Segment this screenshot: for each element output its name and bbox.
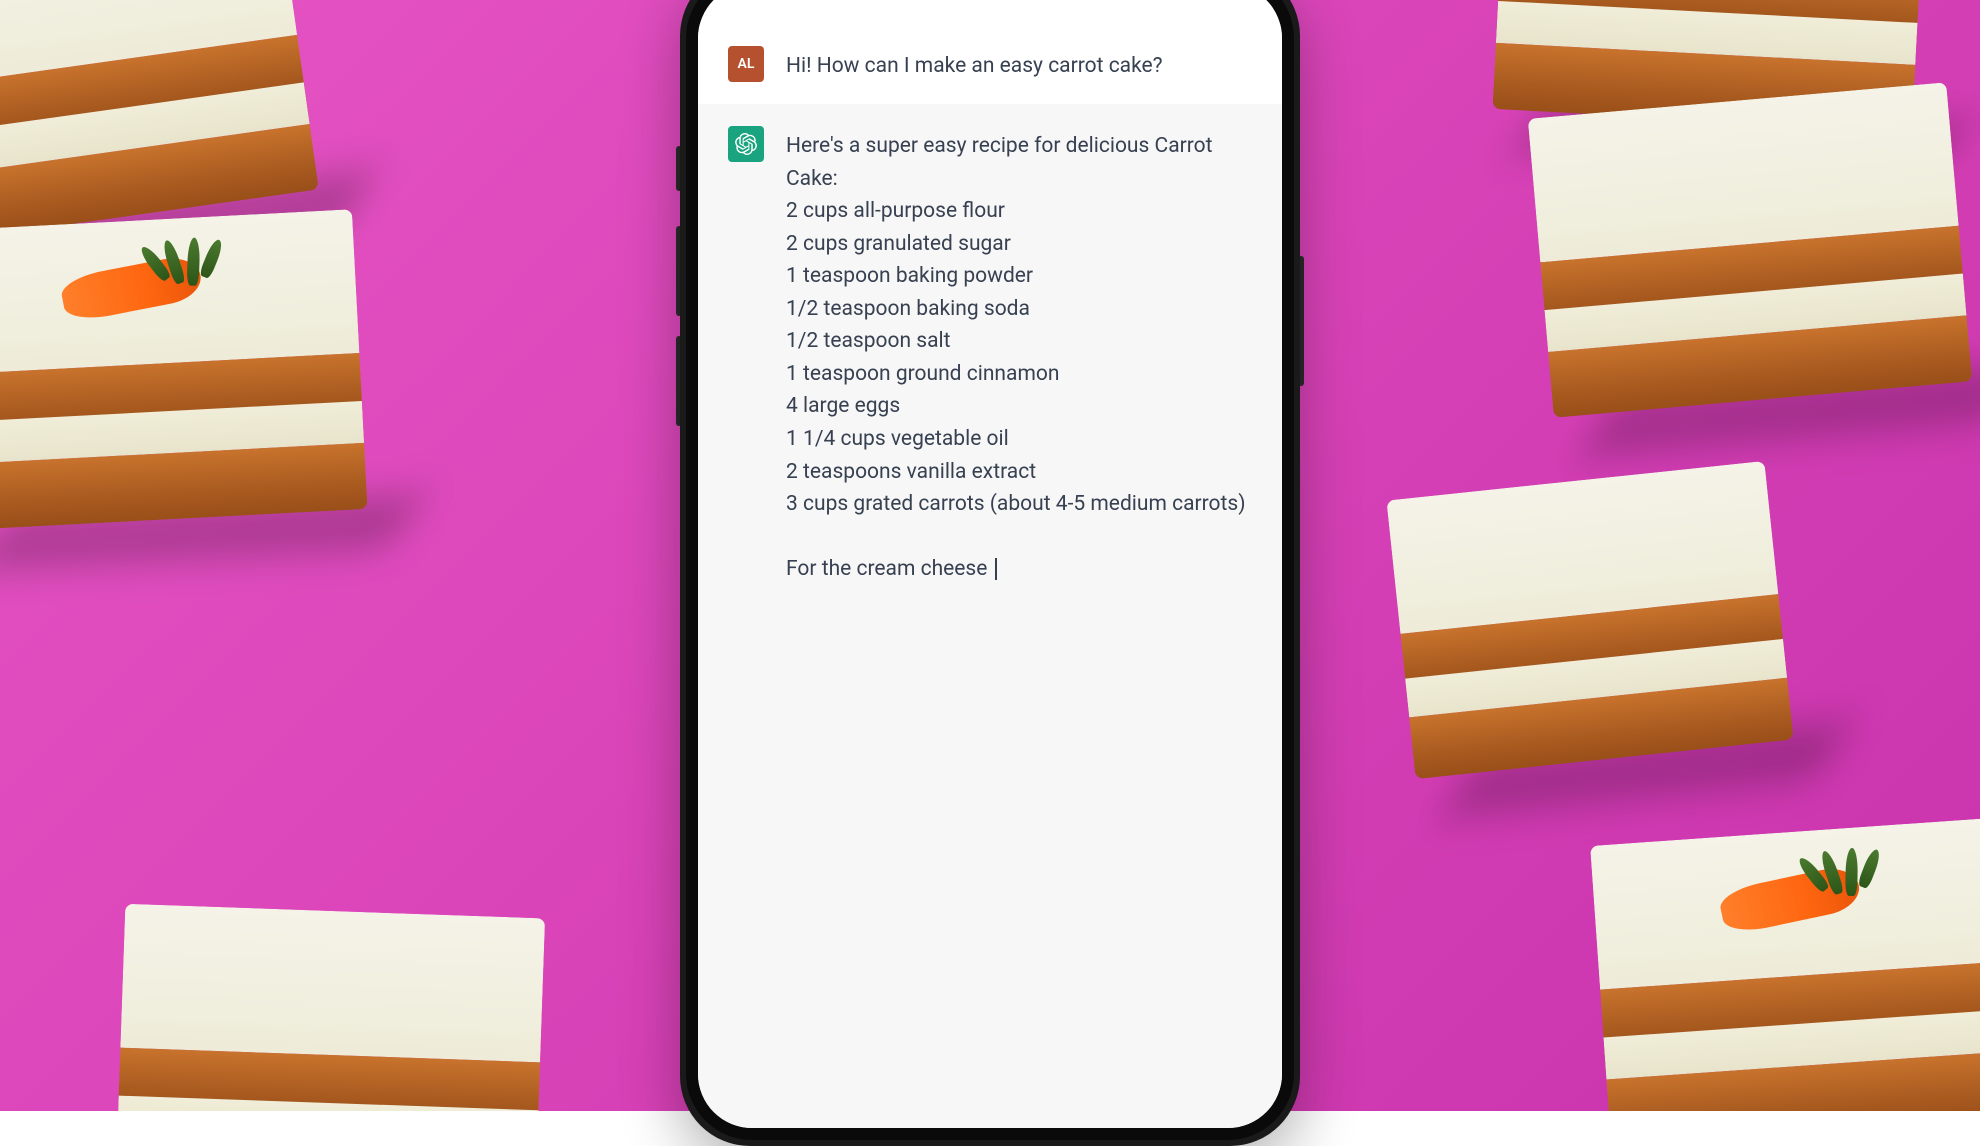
phone-mockup: AL Hi! How can I make an easy carrot cak…: [680, 0, 1300, 1146]
ingredient-line: 1/2 teaspoon baking soda: [786, 293, 1252, 326]
ingredient-line: 4 large eggs: [786, 390, 1252, 423]
recipe-continuation: For the cream cheese: [786, 553, 1252, 586]
cake-slice-decoration: [115, 904, 545, 1111]
continuation-text: For the cream cheese: [786, 557, 993, 581]
typing-cursor-icon: [995, 558, 997, 580]
cake-slice-decoration: [1386, 461, 1793, 779]
ingredient-line: 1/2 teaspoon salt: [786, 325, 1252, 358]
ingredient-line: 2 cups granulated sugar: [786, 228, 1252, 261]
user-avatar-initials: AL: [738, 56, 755, 72]
openai-logo-icon: [735, 133, 757, 155]
assistant-avatar: [728, 126, 764, 162]
user-avatar: AL: [728, 46, 764, 82]
ingredient-line: 1 1/4 cups vegetable oil: [786, 423, 1252, 456]
cake-slice-decoration: [0, 209, 368, 531]
ingredient-line: 1 teaspoon baking powder: [786, 260, 1252, 293]
user-message[interactable]: AL Hi! How can I make an easy carrot cak…: [698, 24, 1282, 105]
ingredient-line: 2 teaspoons vanilla extract: [786, 456, 1252, 489]
ingredient-line: 3 cups grated carrots (about 4-5 medium …: [786, 488, 1252, 521]
cake-slice-decoration: [0, 0, 319, 248]
ingredient-line: 2 cups all-purpose flour: [786, 195, 1252, 228]
ingredient-line: 1 teaspoon ground cinnamon: [786, 358, 1252, 391]
cake-slice-decoration: [1590, 817, 1980, 1111]
assistant-message[interactable]: Here's a super easy recipe for delicious…: [698, 104, 1282, 1127]
recipe-intro: Here's a super easy recipe for delicious…: [786, 130, 1252, 195]
user-message-text: Hi! How can I make an easy carrot cake?: [786, 46, 1252, 83]
cake-slice-decoration: [1528, 82, 1973, 417]
phone-screen[interactable]: AL Hi! How can I make an easy carrot cak…: [698, 0, 1282, 1128]
assistant-message-content: Here's a super easy recipe for delicious…: [786, 126, 1252, 1105]
phone-frame: AL Hi! How can I make an easy carrot cak…: [680, 0, 1300, 1146]
chat-conversation[interactable]: AL Hi! How can I make an easy carrot cak…: [698, 0, 1282, 1128]
